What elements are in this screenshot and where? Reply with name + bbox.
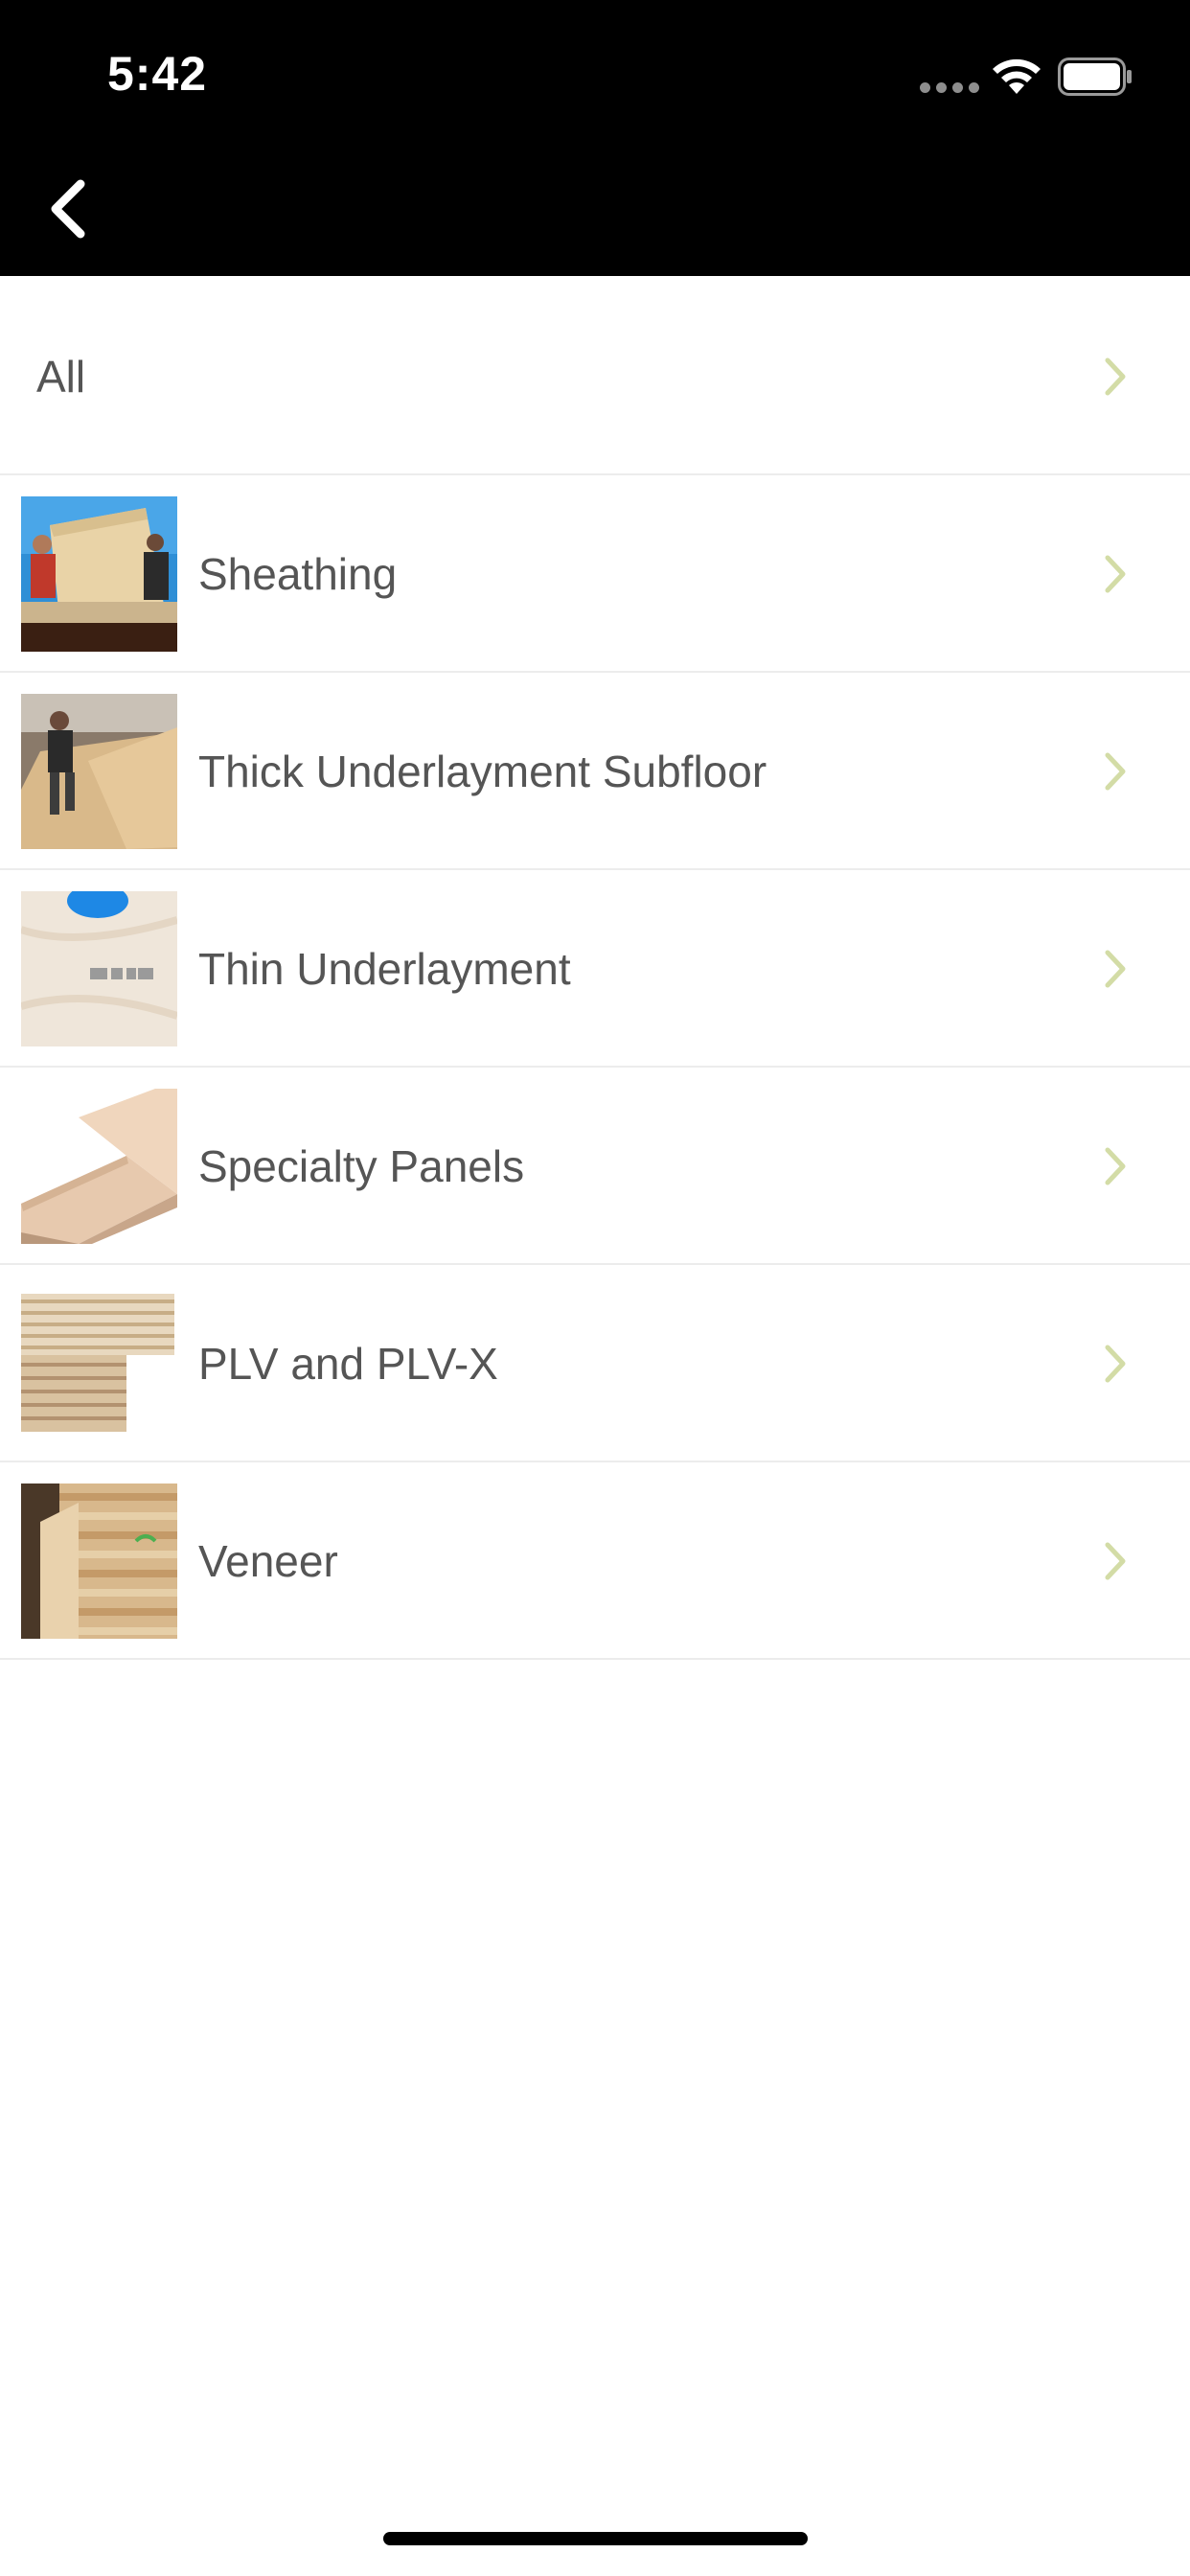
list-item-thick-underlayment-subfloor[interactable]: Thick Underlayment Subfloor	[0, 673, 1190, 870]
list-item-plv-and-plv-x[interactable]: PLV and PLV-X	[0, 1265, 1190, 1462]
category-list: All Sheathing Thick Underlayment Subfloo…	[0, 278, 1190, 1660]
sheathing-thumbnail	[21, 496, 177, 652]
chevron-right-icon	[1105, 950, 1126, 988]
battery-icon	[1058, 58, 1132, 96]
chevron-right-icon	[1105, 752, 1126, 791]
subfloor-thumbnail	[21, 694, 177, 849]
chevron-right-icon	[1105, 1345, 1126, 1383]
back-button[interactable]	[40, 172, 98, 245]
veneer-thumbnail	[21, 1484, 177, 1639]
list-item-thin-underlayment[interactable]: Thin Underlayment	[0, 870, 1190, 1068]
cellular-signal-icon	[920, 82, 981, 94]
list-item-veneer[interactable]: Veneer	[0, 1462, 1190, 1660]
list-item-sheathing[interactable]: Sheathing	[0, 475, 1190, 673]
chevron-right-icon	[1105, 1147, 1126, 1185]
thin-underlayment-thumbnail	[21, 891, 177, 1046]
list-item-specialty-panels[interactable]: Specialty Panels	[0, 1068, 1190, 1265]
list-item-label: All	[36, 352, 86, 402]
top-bar: 5:42	[0, 0, 1190, 276]
list-item-label: Thick Underlayment Subfloor	[198, 747, 767, 796]
status-time: 5:42	[107, 47, 208, 101]
wifi-icon	[993, 58, 1041, 94]
list-item-all[interactable]: All	[0, 278, 1190, 475]
specialty-panels-thumbnail	[21, 1089, 177, 1244]
chevron-right-icon	[1105, 555, 1126, 593]
list-item-label: PLV and PLV-X	[198, 1339, 498, 1389]
list-item-label: Sheathing	[198, 549, 398, 599]
chevron-right-icon	[1105, 357, 1126, 396]
home-indicator[interactable]	[383, 2532, 808, 2545]
chevron-right-icon	[1105, 1542, 1126, 1580]
list-item-label: Thin Underlayment	[198, 944, 571, 994]
list-item-label: Specialty Panels	[198, 1141, 525, 1191]
list-item-label: Veneer	[198, 1536, 338, 1586]
plv-thumbnail	[21, 1286, 177, 1441]
